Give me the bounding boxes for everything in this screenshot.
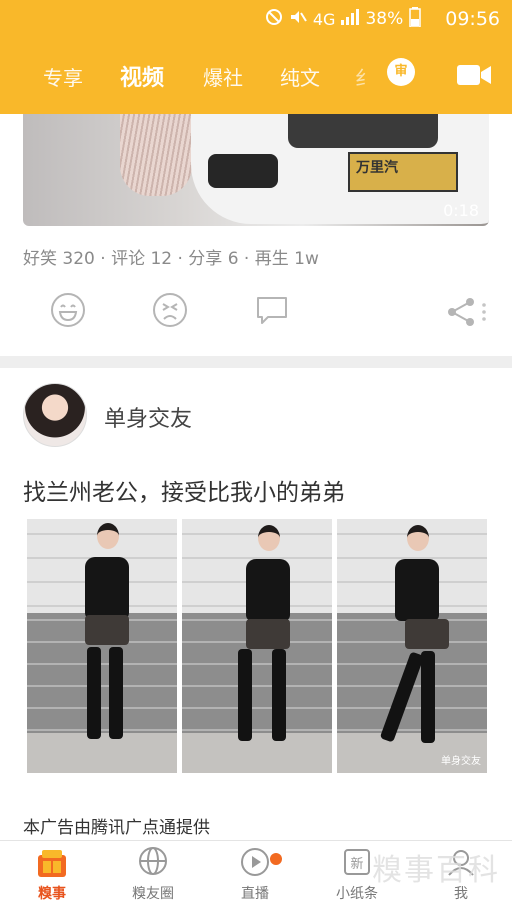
person-leg [272,649,286,741]
video-duration: 0:18 [443,201,479,220]
photo-2[interactable] [182,519,332,773]
live-icon [239,848,271,881]
clock: 09:56 [445,8,500,30]
nav-qiushi[interactable]: 糗事 [17,847,87,903]
photo-1[interactable] [27,519,177,773]
status-bar: 4G 38% 09:56 [0,0,512,36]
mute-icon [265,8,283,30]
qiushi-icon [36,850,68,881]
person-leg [238,649,252,741]
nav-label: 糗事 [38,886,66,902]
ground [182,733,332,773]
dress-image [120,114,192,196]
license-plate: 万里汽 [348,152,458,192]
person-torso [246,559,290,621]
car-vent [208,154,278,188]
note-icon: 新 [341,849,373,881]
person-head [97,523,119,549]
battery-icon [409,7,421,31]
person-shorts [246,619,290,649]
person-shorts [405,619,449,649]
person-leg [87,647,101,739]
avatar[interactable] [23,383,87,447]
network-label: 4G [312,9,336,29]
nav-label: 糗友圈 [132,886,174,902]
person-torso [85,557,129,619]
review-badge-button[interactable]: 审 [387,58,415,86]
car-grille [288,114,438,148]
signal-icon [341,9,360,29]
person-torso [395,559,439,621]
ad-disclaimer: 本广告由腾讯广点通提供 [23,818,210,838]
video-thumbnail[interactable]: 万里汽 0:18 [23,114,489,226]
section-divider [0,356,512,368]
vibrate-off-icon [289,8,307,30]
photo-watermark: 单身交友 [441,756,481,767]
svg-text:新: 新 [350,856,363,872]
person-head [258,525,280,551]
tab-baoshe[interactable]: 爆社 [203,62,243,91]
laugh-icon[interactable] [50,292,86,332]
nav-live[interactable]: 直播 [220,847,290,903]
person-shorts [85,615,129,645]
tab-chunwen[interactable]: 纯文 [280,62,320,91]
nav-label: 直播 [241,886,269,902]
app-watermark-logo: 糗事百科 [372,853,500,888]
dislike-icon[interactable] [152,292,188,332]
person-head [407,525,429,551]
author-name[interactable]: 单身交友 [104,401,192,433]
nav-qiuyouquan[interactable]: 糗友圈 [118,847,188,903]
photo-3[interactable]: 单身交友 [337,519,487,773]
battery-percent: 38% [365,9,404,29]
status-icons: 4G 38% 09:56 [265,7,500,31]
photo-grid: 单身交友 [27,519,487,773]
action-bar [0,292,512,332]
tab-video[interactable]: 视频 [120,60,164,92]
category-tabs: 专享 视频 爆社 纯文 纟 [0,56,512,96]
post-title[interactable]: 找兰州老公，接受比我小的弟弟 [23,473,345,507]
tab-zhuanxiang[interactable]: 专享 [43,62,83,91]
ground [27,733,177,773]
comment-icon[interactable] [254,292,290,332]
video-camera-icon[interactable] [457,64,491,86]
person-leg [109,647,123,739]
post-stats: 好笑 320 · 评论 12 · 分享 6 · 再生 1w [23,249,319,269]
person-leg [421,651,435,743]
app-header: 4G 38% 09:56 专享 视频 爆社 纯文 纟 审 [0,0,512,114]
tab-partial[interactable]: 纟 [355,62,375,91]
share-icon[interactable] [446,296,490,332]
circle-icon [137,847,169,881]
notification-dot [270,853,282,865]
